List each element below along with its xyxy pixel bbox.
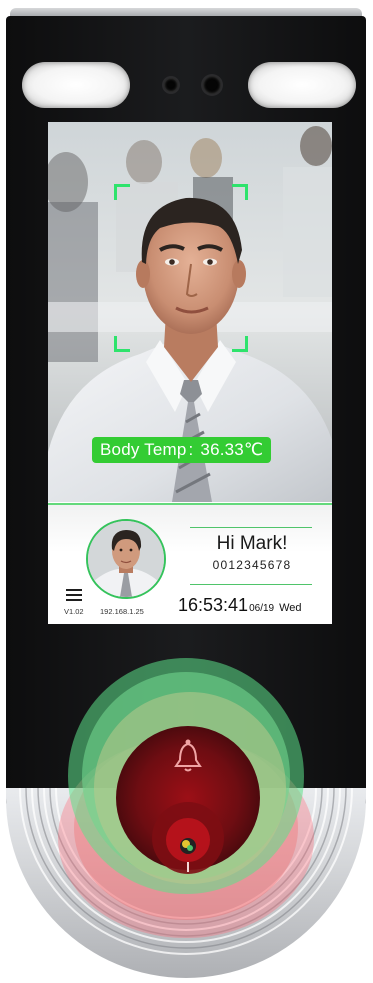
left-fill-light (22, 62, 130, 108)
frame-corner-top-left (114, 184, 130, 200)
user-avatar (86, 519, 166, 599)
recognition-info-panel: Hi Mark! 0012345678 V1.02 192.168.1.25 1… (48, 505, 332, 624)
ip-address: 192.168.1.25 (100, 607, 144, 616)
display-screen: Body Temp: 36.33℃ Hi Mark! 0012345678 V1… (48, 122, 332, 624)
body-temperature-badge: Body Temp: 36.33℃ (92, 437, 272, 463)
temperature-label: Body Temp (100, 440, 187, 459)
frame-corner-top-right (232, 184, 248, 200)
frame-corner-bottom-right (232, 336, 248, 352)
greeting-text: Hi Mark! (216, 533, 288, 554)
right-fill-light (248, 62, 356, 108)
employee-id: 0012345678 (212, 558, 292, 572)
clock-date: 06/19 (249, 603, 275, 614)
firmware-version: V1.02 (64, 607, 84, 616)
greeting-decoration-top (190, 527, 312, 528)
status-indicator-ring (58, 658, 314, 938)
clock: 16:53:4106/19 Wed (178, 595, 302, 616)
face-detection-frame (114, 184, 248, 352)
frame-corner-bottom-left (114, 336, 130, 352)
temperature-separator: : (188, 440, 194, 459)
user-photo (88, 521, 164, 597)
rgb-camera-lens (203, 76, 221, 94)
temperature-unit: ℃ (243, 440, 264, 459)
clock-weekday: Wed (279, 602, 302, 614)
greeting-decoration-bottom (190, 584, 312, 585)
temperature-value: 36.33 (200, 440, 244, 459)
face-recognition-terminal: Body Temp: 36.33℃ Hi Mark! 0012345678 V1… (6, 8, 366, 978)
ir-camera-lens (164, 78, 178, 92)
menu-icon[interactable] (66, 589, 82, 601)
clock-time: 16:53:41 (178, 595, 249, 615)
live-camera-view: Body Temp: 36.33℃ (48, 122, 332, 502)
